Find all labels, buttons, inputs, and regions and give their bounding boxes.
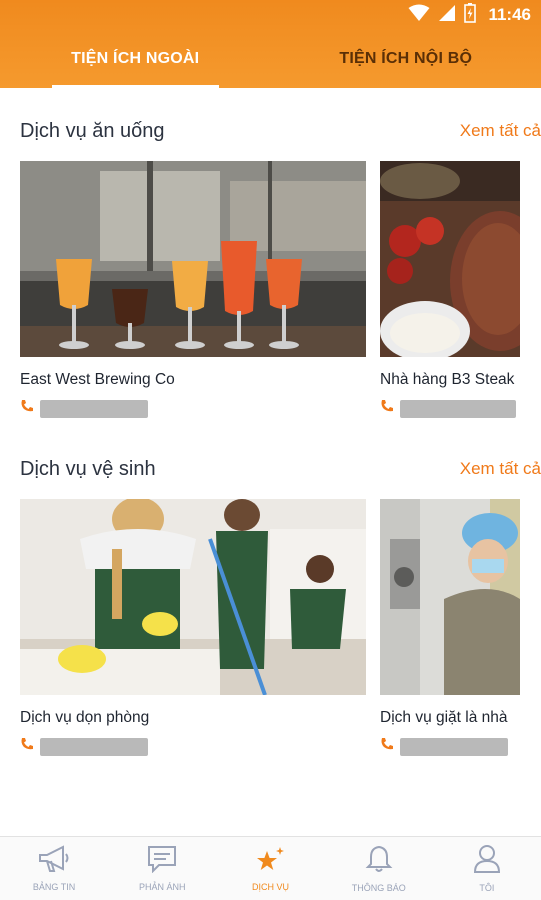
nav-label: THÔNG BÁO bbox=[351, 883, 406, 893]
steak-dish-photo bbox=[380, 161, 520, 357]
phone-icon bbox=[380, 399, 394, 418]
bottom-navigation: BẢNG TIN PHẢN ÁNH DỊCH VỤ THÔNG BÁO TÔI bbox=[0, 836, 541, 900]
phone-row[interactable] bbox=[20, 737, 366, 756]
section-title: Dịch vụ ăn uống bbox=[20, 119, 165, 142]
cleaning-staff-photo bbox=[20, 499, 366, 695]
phone-number-redacted bbox=[40, 399, 148, 418]
nav-item-profile[interactable]: TÔI bbox=[433, 837, 541, 900]
phone-icon bbox=[20, 399, 34, 418]
section-header-cleaning: Dịch vụ vệ sinh Xem tất cả bbox=[20, 454, 541, 484]
nav-item-feedback[interactable]: PHẢN ÁNH bbox=[108, 837, 216, 900]
nav-label: PHẢN ÁNH bbox=[139, 882, 186, 892]
phone-icon bbox=[20, 737, 34, 756]
signal-icon bbox=[438, 4, 456, 27]
wifi-icon bbox=[408, 4, 430, 27]
status-bar: 11:46 bbox=[0, 0, 541, 30]
tab-internal-utilities[interactable]: TIỆN ÍCH NỘI BỘ bbox=[271, 30, 541, 88]
bell-icon bbox=[365, 844, 393, 879]
nav-label: TÔI bbox=[479, 883, 495, 893]
nav-item-notifications[interactable]: THÔNG BÁO bbox=[325, 837, 433, 900]
service-card[interactable]: East West Brewing Co bbox=[20, 161, 366, 418]
phone-icon bbox=[380, 737, 394, 756]
laundry-worker-photo bbox=[380, 499, 520, 695]
megaphone-icon bbox=[37, 845, 71, 878]
section-header-food: Dịch vụ ăn uống Xem tất cả bbox=[20, 116, 541, 146]
service-card[interactable]: Nhà hàng B3 Steak bbox=[380, 161, 520, 418]
nav-label: DỊCH VỤ bbox=[252, 882, 290, 892]
phone-row[interactable] bbox=[20, 399, 366, 418]
section-title: Dịch vụ vệ sinh bbox=[20, 457, 156, 480]
battery-icon bbox=[464, 2, 477, 28]
see-all-link[interactable]: Xem tất cả bbox=[460, 121, 541, 141]
nav-item-news[interactable]: BẢNG TIN bbox=[0, 837, 108, 900]
service-card[interactable]: Dịch vụ giặt là nhà bbox=[380, 499, 520, 756]
clock: 11:46 bbox=[488, 5, 531, 24]
card-name: Dịch vụ giặt là nhà bbox=[380, 709, 508, 726]
phone-number-redacted bbox=[400, 399, 516, 418]
user-icon bbox=[473, 844, 501, 879]
phone-row[interactable] bbox=[380, 737, 520, 756]
card-name: East West Brewing Co bbox=[20, 371, 175, 388]
phone-row[interactable] bbox=[380, 399, 520, 418]
nav-item-services[interactable]: DỊCH VỤ bbox=[216, 837, 324, 900]
see-all-link[interactable]: Xem tất cả bbox=[460, 459, 541, 479]
phone-number-redacted bbox=[400, 737, 508, 756]
service-card[interactable]: Dịch vụ dọn phòng bbox=[20, 499, 366, 756]
nav-label: BẢNG TIN bbox=[32, 882, 76, 892]
card-name: Dịch vụ dọn phòng bbox=[20, 709, 150, 726]
tab-external-utilities[interactable]: TIỆN ÍCH NGOÀI bbox=[0, 30, 271, 88]
card-name: Nhà hàng B3 Steak bbox=[380, 371, 515, 388]
chat-icon bbox=[147, 845, 177, 878]
tab-bar: TIỆN ÍCH NGOÀI TIỆN ÍCH NỘI BỘ bbox=[0, 30, 541, 88]
phone-number-redacted bbox=[40, 737, 148, 756]
top-bar: 11:46 TIỆN ÍCH NGOÀI TIỆN ÍCH NỘI BỘ bbox=[0, 0, 541, 88]
beer-glasses-photo bbox=[20, 161, 366, 357]
stars-icon bbox=[255, 845, 287, 878]
